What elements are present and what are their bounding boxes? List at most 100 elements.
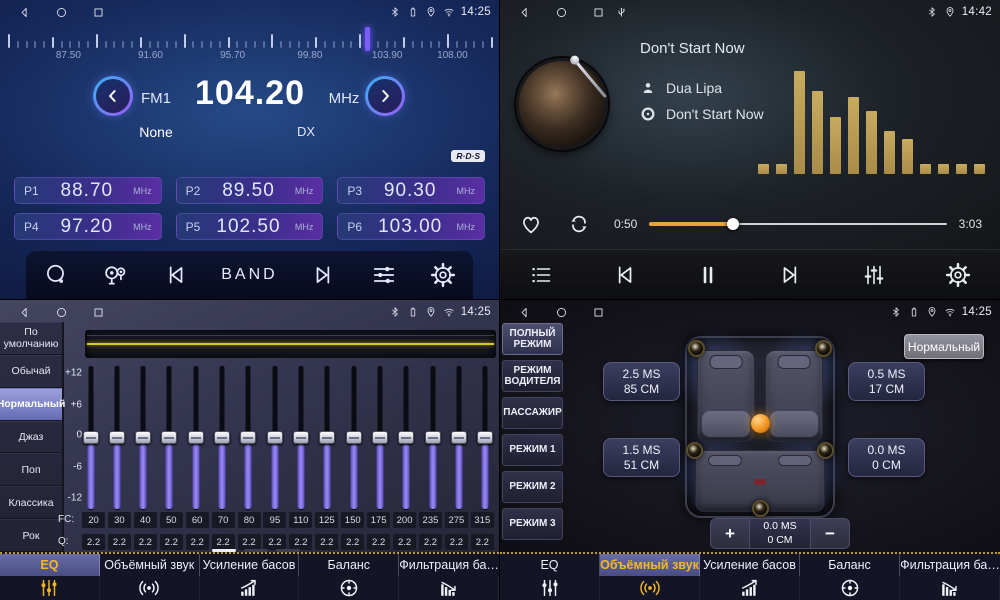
- recents-icon[interactable]: [92, 306, 105, 319]
- slider-knob[interactable]: [267, 431, 283, 444]
- eq-preset-item-1[interactable]: По умолчанию: [0, 322, 62, 355]
- back-icon[interactable]: [518, 6, 531, 19]
- slider-knob[interactable]: [346, 431, 362, 444]
- surround-mode-6[interactable]: РЕЖИМ 3: [502, 508, 563, 540]
- playlist-icon[interactable]: [529, 263, 553, 287]
- recents-icon[interactable]: [592, 306, 605, 319]
- prev-track-icon[interactable]: [611, 262, 637, 288]
- eq-preset-item-5[interactable]: Поп: [0, 453, 62, 486]
- favorite-icon[interactable]: [518, 211, 544, 237]
- home-icon[interactable]: [55, 306, 68, 319]
- rear-right-delay-button[interactable]: 0.0 MS 0 CM: [848, 438, 925, 477]
- preset-button-p2[interactable]: P289.50MHz: [176, 177, 324, 204]
- back-icon[interactable]: [18, 306, 31, 319]
- eq-band-slider-16[interactable]: [477, 360, 494, 510]
- sound-tab-3[interactable]: Усиление басов: [200, 554, 300, 600]
- slider-knob[interactable]: [188, 431, 204, 444]
- home-icon[interactable]: [555, 6, 568, 19]
- next-track-icon[interactable]: [778, 262, 804, 288]
- eq-preset-item-7[interactable]: Рок: [0, 519, 62, 552]
- eq-band-slider-14[interactable]: [424, 360, 441, 510]
- eq-band-slider-1[interactable]: [82, 360, 99, 510]
- slider-knob[interactable]: [240, 431, 256, 444]
- slider-knob[interactable]: [293, 431, 309, 444]
- eq-band-slider-15[interactable]: [451, 360, 468, 510]
- seek-down-button[interactable]: [93, 76, 133, 116]
- tune-sliders-icon[interactable]: [371, 262, 397, 288]
- surround-mode-4[interactable]: РЕЖИМ 1: [502, 434, 563, 466]
- listener-position-ball[interactable]: [751, 414, 770, 433]
- repeat-icon[interactable]: [566, 211, 592, 237]
- sound-tab-4[interactable]: Баланс: [299, 554, 399, 600]
- sound-tab-5[interactable]: Фильтрация ба…: [399, 554, 499, 600]
- front-left-delay-button[interactable]: 2.5 MS 85 CM: [603, 362, 680, 401]
- slider-knob[interactable]: [161, 431, 177, 444]
- preset-button-p3[interactable]: P390.30MHz: [337, 177, 485, 204]
- back-icon[interactable]: [518, 306, 531, 319]
- eq-band-slider-7[interactable]: [240, 360, 257, 510]
- slider-knob[interactable]: [319, 431, 335, 444]
- preset-button-p4[interactable]: P497.20MHz: [14, 213, 162, 240]
- preset-button-p5[interactable]: P5102.50MHz: [176, 213, 324, 240]
- surround-mode-5[interactable]: РЕЖИМ 2: [502, 471, 563, 503]
- home-icon[interactable]: [55, 6, 68, 19]
- surround-mode-3[interactable]: ПАССАЖИР: [502, 397, 563, 429]
- slider-knob[interactable]: [372, 431, 388, 444]
- eq-band-slider-5[interactable]: [187, 360, 204, 510]
- seek-up-button[interactable]: [365, 76, 405, 116]
- slider-knob[interactable]: [398, 431, 414, 444]
- progress-bar[interactable]: [649, 217, 946, 231]
- eq-band-slider-9[interactable]: [293, 360, 310, 510]
- eq-band-slider-3[interactable]: [135, 360, 152, 510]
- surround-mode-1[interactable]: ПОЛНЫЙ РЕЖИМ: [502, 323, 563, 355]
- broadcast-icon[interactable]: [102, 262, 128, 288]
- settings-gear-icon[interactable]: [945, 262, 971, 288]
- next-station-icon[interactable]: [311, 262, 337, 288]
- eq-band-slider-2[interactable]: [108, 360, 125, 510]
- eq-band-slider-13[interactable]: [398, 360, 415, 510]
- front-right-delay-button[interactable]: 0.5 MS 17 CM: [848, 362, 925, 401]
- scan-icon[interactable]: [43, 262, 69, 288]
- pause-icon[interactable]: [696, 263, 720, 287]
- slider-knob[interactable]: [477, 431, 493, 444]
- sound-tab-3[interactable]: Усиление басов: [700, 554, 800, 600]
- eq-preset-item-6[interactable]: Классика: [0, 486, 62, 519]
- eq-band-slider-12[interactable]: [372, 360, 389, 510]
- slider-knob[interactable]: [214, 431, 230, 444]
- eq-band-slider-4[interactable]: [161, 360, 178, 510]
- preset-button-p6[interactable]: P6103.00MHz: [337, 213, 485, 240]
- decrease-delay-button[interactable]: −: [811, 519, 849, 548]
- eq-preset-item-2[interactable]: Обычай: [0, 355, 62, 388]
- frequency-scale[interactable]: [8, 28, 491, 48]
- settings-gear-icon[interactable]: [430, 262, 456, 288]
- rear-left-delay-button[interactable]: 1.5 MS 51 CM: [603, 438, 680, 477]
- sound-tab-2[interactable]: Объёмный звук: [600, 554, 700, 600]
- recents-icon[interactable]: [592, 6, 605, 19]
- slider-knob[interactable]: [425, 431, 441, 444]
- profile-button[interactable]: Нормальный: [904, 334, 984, 359]
- sound-tab-5[interactable]: Фильтрация ба…: [900, 554, 1000, 600]
- back-icon[interactable]: [18, 6, 31, 19]
- sound-tab-2[interactable]: Объёмный звук: [100, 554, 200, 600]
- sound-tab-1[interactable]: EQ: [0, 554, 100, 600]
- home-icon[interactable]: [555, 306, 568, 319]
- eq-preset-item-3[interactable]: Нормальный: [0, 388, 62, 421]
- eq-band-slider-6[interactable]: [214, 360, 231, 510]
- equalizer-icon[interactable]: [862, 263, 886, 287]
- slider-knob[interactable]: [83, 431, 99, 444]
- eq-band-slider-10[interactable]: [319, 360, 336, 510]
- slider-knob[interactable]: [135, 431, 151, 444]
- sound-tab-1[interactable]: EQ: [500, 554, 600, 600]
- eq-band-slider-11[interactable]: [345, 360, 362, 510]
- sound-tab-4[interactable]: Баланс: [800, 554, 900, 600]
- slider-knob[interactable]: [109, 431, 125, 444]
- band-button[interactable]: BAND: [221, 266, 277, 284]
- increase-delay-button[interactable]: +: [711, 519, 749, 548]
- prev-station-icon[interactable]: [162, 262, 188, 288]
- eq-preset-item-4[interactable]: Джаз: [0, 421, 62, 454]
- surround-mode-2[interactable]: РЕЖИМ ВОДИТЕЛЯ: [502, 360, 563, 392]
- progress-knob[interactable]: [727, 218, 739, 230]
- preset-button-p1[interactable]: P188.70MHz: [14, 177, 162, 204]
- recents-icon[interactable]: [92, 6, 105, 19]
- eq-band-slider-8[interactable]: [266, 360, 283, 510]
